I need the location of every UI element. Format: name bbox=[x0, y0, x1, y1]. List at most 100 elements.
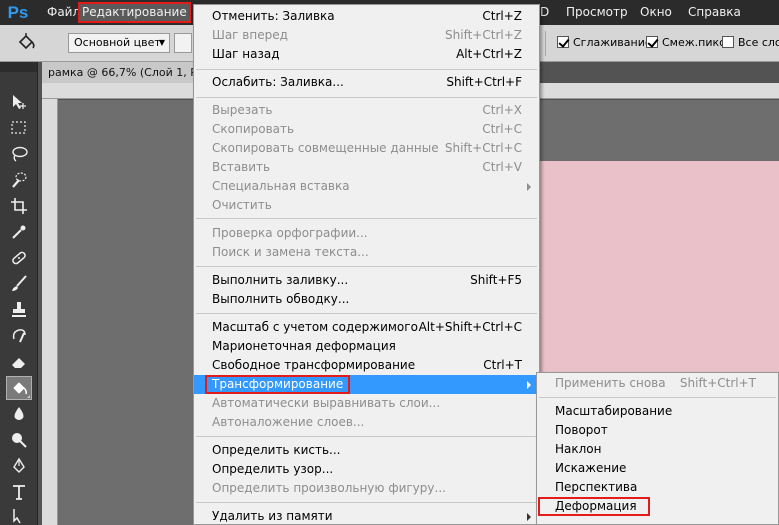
menu-item-copy-merged[interactable]: Скопировать совмещенные данные Shift+Ctr… bbox=[194, 139, 539, 158]
menu-item-purge[interactable]: Удалить из памяти bbox=[194, 507, 539, 525]
marquee-icon bbox=[11, 121, 26, 134]
antialias-label: Сглаживание bbox=[573, 36, 652, 49]
eyedropper-tool[interactable] bbox=[6, 220, 32, 244]
menu-item-clear[interactable]: Очистить bbox=[194, 196, 539, 215]
stamp-tool[interactable] bbox=[6, 298, 32, 322]
menu-item-step-forward[interactable]: Шаг вперед Shift+Ctrl+Z bbox=[194, 26, 539, 45]
menu-separator bbox=[196, 502, 537, 503]
menu-item-free-transform[interactable]: Свободное трансформирование Ctrl+T bbox=[194, 356, 539, 375]
flyout-corner-icon bbox=[27, 395, 30, 398]
menu-separator bbox=[196, 436, 537, 437]
submenu-item-scale[interactable]: Масштабирование bbox=[537, 402, 778, 421]
crop-icon bbox=[11, 198, 27, 214]
marquee-tool[interactable] bbox=[6, 116, 32, 140]
move-icon bbox=[13, 95, 26, 109]
menu-item-fill[interactable]: Выполнить заливку... Shift+F5 bbox=[194, 271, 539, 290]
menu-separator bbox=[196, 69, 537, 70]
type-tool[interactable] bbox=[6, 480, 32, 504]
antialias-checkbox[interactable]: Сглаживание bbox=[557, 35, 652, 51]
path-select-tool[interactable] bbox=[6, 504, 32, 525]
checkbox-checked-icon bbox=[646, 36, 658, 48]
menu-item-define-brush[interactable]: Определить кисть... bbox=[194, 441, 539, 460]
menu-item-fade[interactable]: Ослабить: Заливка... Shift+Ctrl+F bbox=[194, 73, 539, 92]
type-icon bbox=[13, 485, 25, 500]
document-tab[interactable]: рамка @ 66,7% (Слой 1, RG bbox=[42, 62, 202, 83]
history-brush-tool[interactable] bbox=[6, 324, 32, 348]
menu-separator bbox=[196, 218, 537, 219]
menu-item-paste-special[interactable]: Специальная вставка bbox=[194, 177, 539, 196]
menu-item-copy[interactable]: Скопировать Ctrl+C bbox=[194, 120, 539, 139]
menu-item-find-replace[interactable]: Поиск и замена текста... bbox=[194, 243, 539, 262]
menu-separator bbox=[539, 397, 776, 398]
submenu-item-perspective[interactable]: Перспектива bbox=[537, 478, 778, 497]
lasso-icon bbox=[12, 146, 28, 162]
menu-item-content-aware-scale[interactable]: Масштаб с учетом содержимого Alt+Shift+C… bbox=[194, 318, 539, 337]
tools-panel bbox=[0, 62, 38, 525]
eraser-tool[interactable] bbox=[6, 350, 32, 374]
paint-bucket-tool[interactable] bbox=[6, 376, 32, 400]
menu-view[interactable]: Просмотр bbox=[564, 4, 630, 21]
submenu-item-warp[interactable]: Деформация bbox=[537, 497, 778, 516]
submenu-item-skew[interactable]: Наклон bbox=[537, 440, 778, 459]
menu-item-puppet-warp[interactable]: Марионеточная деформация bbox=[194, 337, 539, 356]
menu-item-define-pattern[interactable]: Определить узор... bbox=[194, 460, 539, 479]
menu-item-transform[interactable]: Трансформирование bbox=[194, 375, 539, 394]
menu-item-step-backward[interactable]: Шаг назад Alt+Ctrl+Z bbox=[194, 45, 539, 64]
brush-tool[interactable] bbox=[6, 272, 32, 296]
menu-item-auto-align-layers[interactable]: Автоматически выравнивать слои... bbox=[194, 394, 539, 413]
brush-icon bbox=[12, 275, 27, 291]
contiguous-checkbox[interactable]: Смеж.пикс bbox=[646, 35, 725, 51]
menu-file[interactable]: Файл bbox=[45, 4, 82, 21]
stamp-icon bbox=[12, 302, 26, 317]
submenu-arrow-icon bbox=[527, 183, 531, 191]
submenu-arrow-icon bbox=[527, 381, 531, 389]
submenu-item-distort[interactable]: Искажение bbox=[537, 459, 778, 478]
checkbox-unchecked-icon bbox=[722, 36, 734, 48]
menu-item-stroke[interactable]: Выполнить обводку... bbox=[194, 290, 539, 309]
panel-grip[interactable] bbox=[0, 62, 37, 72]
healing-icon bbox=[12, 251, 26, 265]
menu-item-define-custom-shape[interactable]: Определить произвольную фигуру... bbox=[194, 479, 539, 498]
options-divider bbox=[545, 31, 546, 56]
menu-item-cut[interactable]: Вырезать Ctrl+X bbox=[194, 101, 539, 120]
all-layers-label: Все сло bbox=[738, 36, 779, 49]
menu-item-spellcheck[interactable]: Проверка орфографии... bbox=[194, 224, 539, 243]
path-select-icon bbox=[13, 509, 21, 524]
menu-item-undo[interactable]: Отменить: Заливка Ctrl+Z bbox=[194, 7, 539, 26]
menu-separator bbox=[196, 97, 537, 98]
submenu-arrow-icon bbox=[527, 513, 531, 521]
move-tool[interactable] bbox=[6, 90, 32, 114]
history-brush-icon bbox=[12, 329, 26, 343]
blur-icon bbox=[14, 407, 24, 420]
menu-item-auto-blend-layers[interactable]: Автоналожение слоев... bbox=[194, 413, 539, 432]
dodge-tool[interactable] bbox=[6, 428, 32, 452]
all-layers-checkbox[interactable]: Все сло bbox=[722, 35, 779, 51]
edit-menu-dropdown: Отменить: Заливка Ctrl+Z Шаг вперед Shif… bbox=[193, 4, 540, 525]
contiguous-label: Смеж.пикс bbox=[662, 36, 726, 49]
lasso-tool[interactable] bbox=[6, 142, 32, 166]
healing-tool[interactable] bbox=[6, 246, 32, 270]
pen-icon bbox=[13, 457, 25, 473]
checkbox-checked-icon bbox=[557, 36, 569, 48]
photoshop-logo: Ps bbox=[7, 3, 29, 22]
eyedropper-icon bbox=[12, 225, 26, 239]
crop-tool[interactable] bbox=[6, 194, 32, 218]
menu-window[interactable]: Окно bbox=[638, 4, 674, 21]
menu-help[interactable]: Справка bbox=[686, 4, 743, 21]
fill-source-value: Основной цвет bbox=[74, 36, 161, 49]
submenu-item-again[interactable]: Применить снова Shift+Ctrl+T bbox=[537, 374, 778, 393]
vertical-ruler bbox=[42, 99, 58, 525]
paint-bucket-icon[interactable] bbox=[16, 33, 38, 53]
dodge-icon bbox=[12, 433, 27, 448]
pattern-picker[interactable] bbox=[174, 33, 192, 53]
quick-select-tool[interactable] bbox=[6, 168, 32, 192]
submenu-item-rotate[interactable]: Поворот bbox=[537, 421, 778, 440]
blur-tool[interactable] bbox=[6, 402, 32, 426]
menu-edit[interactable]: Редактирование bbox=[78, 2, 191, 23]
menu-item-paste[interactable]: Вставить Ctrl+V bbox=[194, 158, 539, 177]
pen-tool[interactable] bbox=[6, 454, 32, 478]
dropdown-caret-icon: ▼ bbox=[158, 38, 165, 47]
transform-submenu: Применить снова Shift+Ctrl+T Масштабиров… bbox=[536, 372, 779, 525]
fill-source-dropdown[interactable]: Основной цвет ▼ bbox=[68, 33, 170, 53]
menu-separator bbox=[196, 266, 537, 267]
